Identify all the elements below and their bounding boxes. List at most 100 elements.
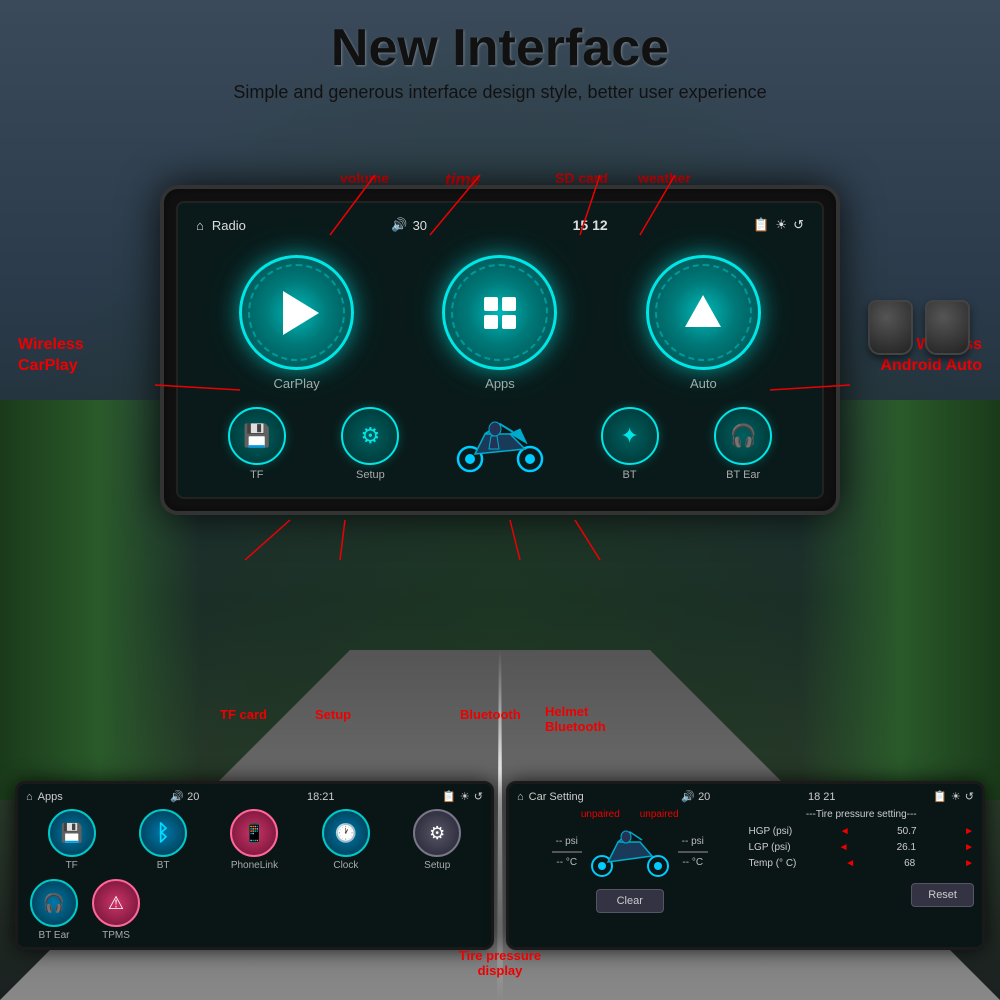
temp-inc[interactable]: ►	[964, 858, 974, 869]
car-time: 18 21	[808, 791, 836, 803]
apps-button[interactable]	[442, 255, 557, 370]
bt-panel-icon: ᛒ	[156, 820, 169, 846]
bt-app[interactable]: ✦ BT	[601, 407, 659, 481]
apps-app[interactable]: Apps	[442, 255, 557, 391]
temp-val: 68	[904, 858, 915, 869]
apps-bright: ☀	[460, 790, 470, 803]
main-app-grid: CarPlay Apps	[190, 245, 810, 401]
apps-time: 18:21	[307, 791, 335, 803]
car-bright: ☀	[951, 790, 961, 803]
volume-value: 30	[413, 218, 427, 233]
tpms-label: TPMS	[102, 930, 130, 941]
tire-moto-area: -- psi -- °C	[552, 824, 708, 879]
brightness-icon: ☀	[775, 217, 787, 233]
lgp-inc[interactable]: ►	[964, 842, 974, 853]
bt-button[interactable]: ✦	[601, 407, 659, 465]
app-setup-btn[interactable]: ⚙	[413, 809, 461, 857]
label-tf-card: TF card	[220, 707, 267, 722]
tire-left: unpaired	[581, 809, 620, 820]
apps-home-icon: ⌂	[26, 791, 33, 803]
main-title: New Interface	[0, 18, 1000, 78]
subtitle: Simple and generous interface design sty…	[0, 82, 1000, 103]
car-home-icon: ⌂	[517, 791, 524, 803]
carplay-button[interactable]	[239, 255, 354, 370]
radio-label: Radio	[212, 218, 246, 233]
pressure-settings: ---Tire pressure setting--- HGP (psi) ◄ …	[749, 809, 975, 913]
tire-right-psi: -- psi	[682, 836, 704, 847]
app-bt-btn[interactable]: ᛒ	[139, 809, 187, 857]
hgp-row: HGP (psi) ◄ 50.7 ►	[749, 826, 975, 837]
clock-label: Clock	[333, 860, 358, 871]
hgp-dec[interactable]: ◄	[840, 826, 850, 837]
tf-panel-icon: 💾	[60, 823, 82, 844]
app-clock-btn[interactable]: 🕐	[322, 809, 370, 857]
time-display: 15 12	[573, 217, 608, 233]
tpms-icon: ⚠	[108, 893, 124, 914]
tire-statuses: unpaired unpaired	[581, 809, 679, 820]
bt-ear-icon: 🎧	[729, 423, 756, 449]
tire-left-status: unpaired	[581, 809, 620, 820]
reset-button[interactable]: Reset	[911, 883, 974, 907]
back-icon: ↺	[793, 217, 804, 233]
app-tpms-btn[interactable]: ⚠	[92, 879, 140, 927]
volume-icon: 🔊	[391, 217, 407, 233]
tire-right-status: unpaired	[640, 809, 679, 820]
app-bt-ear-btn[interactable]: 🎧	[30, 879, 78, 927]
pressure-title: ---Tire pressure setting---	[749, 809, 975, 820]
hgp-val: 50.7	[897, 826, 916, 837]
app-phonelink-btn[interactable]: 📱	[230, 809, 278, 857]
apps-row2: 🎧 BT Ear ⚠ TPMS	[26, 879, 483, 941]
setup-label: Setup	[356, 469, 385, 481]
lgp-dec[interactable]: ◄	[839, 842, 849, 853]
apps-vol-val: 20	[187, 791, 199, 803]
setup-app[interactable]: ⚙ Setup	[341, 407, 399, 481]
tf-app[interactable]: 💾 TF	[228, 407, 286, 481]
motorcycle-icon	[455, 414, 545, 474]
temp-dec[interactable]: ◄	[845, 858, 855, 869]
app-clock[interactable]: 🕐 Clock	[322, 809, 370, 871]
apps-vol-icon: 🔊	[170, 790, 184, 803]
app-tpms[interactable]: ⚠ TPMS	[92, 879, 140, 941]
tf-button[interactable]: 💾	[228, 407, 286, 465]
car-content: unpaired unpaired -- psi -- °C	[517, 809, 974, 913]
auto-app[interactable]: Auto	[646, 255, 761, 391]
setup-button[interactable]: ⚙	[341, 407, 399, 465]
tf-icon: 💾	[243, 423, 270, 449]
sdcard-icon: 📋	[753, 217, 769, 233]
car-vol-val: 20	[698, 791, 710, 803]
clock-icon: 🕐	[335, 823, 357, 844]
label-wireless-carplay: WirelessCarPlay	[18, 335, 84, 377]
main-screen: ⌂ Radio 🔊 30 15 12 📋 ☀ ↺	[176, 201, 824, 499]
lgp-val: 26.1	[897, 842, 916, 853]
carplay-app[interactable]: CarPlay	[239, 255, 354, 391]
app-setup-panel[interactable]: ⚙ Setup	[413, 809, 461, 871]
bt-label: BT	[623, 469, 637, 481]
app-tf[interactable]: 💾 TF	[48, 809, 96, 871]
home-icon: ⌂	[196, 218, 204, 233]
setup-icon: ⚙	[361, 423, 381, 449]
bt-ear-button[interactable]: 🎧	[714, 407, 772, 465]
tire-left-psi: -- psi	[556, 836, 578, 847]
car-panel-label: Car Setting	[529, 791, 584, 803]
tire-left-temp: -- °C	[556, 857, 577, 868]
car-setting-screen: ⌂ Car Setting 🔊 20 18 21 📋 ☀ ↺	[509, 784, 982, 919]
moto-center	[455, 412, 545, 477]
setup-panel-icon: ⚙	[429, 823, 445, 844]
main-device: ⌂ Radio 🔊 30 15 12 📋 ☀ ↺	[160, 135, 840, 515]
tire-moto-img	[590, 824, 670, 879]
hgp-label: HGP (psi)	[749, 826, 793, 837]
hgp-inc[interactable]: ►	[964, 826, 974, 837]
setup-panel-label: Setup	[424, 860, 450, 871]
app-bt-panel[interactable]: ᛒ BT	[139, 809, 187, 871]
app-phonelink[interactable]: 📱 PhoneLink	[230, 809, 278, 871]
bt-ear-label: BT Ear	[726, 469, 760, 481]
bt-ear-app[interactable]: 🎧 BT Ear	[714, 407, 772, 481]
auto-button[interactable]	[646, 255, 761, 370]
bt-ear-panel-icon: 🎧	[43, 893, 65, 914]
apps-row1: 💾 TF ᛒ BT 📱 PhoneLink	[26, 809, 483, 871]
app-tf-btn[interactable]: 💾	[48, 809, 96, 857]
tpms-sensor-2	[925, 300, 970, 355]
play-icon	[283, 291, 319, 335]
app-bt-ear[interactable]: 🎧 BT Ear	[30, 879, 78, 941]
clear-button[interactable]: Clear	[596, 889, 664, 913]
